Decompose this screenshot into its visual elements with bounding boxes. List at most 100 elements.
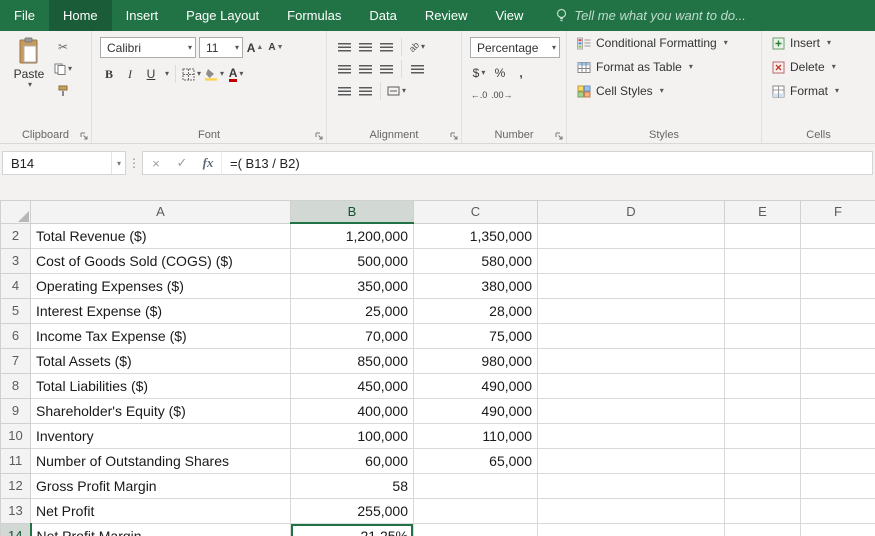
cell-D11[interactable] xyxy=(538,449,725,474)
name-box-caret-icon[interactable]: ▾ xyxy=(111,152,121,174)
cell-F9[interactable] xyxy=(801,399,875,424)
cell-E9[interactable] xyxy=(725,399,801,424)
increase-decimal-button[interactable]: ←.0 xyxy=(470,85,488,105)
cell-D7[interactable] xyxy=(538,349,725,374)
cell-F6[interactable] xyxy=(801,324,875,349)
format-as-table-button[interactable]: Format as Table ▾ xyxy=(573,57,757,77)
cell-F11[interactable] xyxy=(801,449,875,474)
cell-B2[interactable]: 1,200,000 xyxy=(291,223,414,249)
increase-font-size-button[interactable]: A▲ xyxy=(246,38,264,58)
top-align-button[interactable] xyxy=(335,37,353,57)
center-button[interactable] xyxy=(356,59,374,79)
cell-B3[interactable]: 500,000 xyxy=(291,249,414,274)
conditional-formatting-button[interactable]: Conditional Formatting ▾ xyxy=(573,33,757,53)
accounting-format-button[interactable]: $ ▾ xyxy=(470,63,488,83)
tab-home[interactable]: Home xyxy=(49,0,112,31)
middle-align-button[interactable] xyxy=(356,37,374,57)
percent-style-button[interactable]: % xyxy=(491,63,509,83)
cell-A8[interactable]: Total Liabilities ($) xyxy=(31,374,291,399)
font-color-button[interactable]: A ▾ xyxy=(227,64,245,84)
tab-insert[interactable]: Insert xyxy=(112,0,173,31)
fill-color-button[interactable]: ▾ xyxy=(204,64,224,84)
row-header-13[interactable]: 13 xyxy=(1,499,31,524)
cell-F2[interactable] xyxy=(801,223,875,249)
cell-E3[interactable] xyxy=(725,249,801,274)
cell-B8[interactable]: 450,000 xyxy=(291,374,414,399)
cell-B11[interactable]: 60,000 xyxy=(291,449,414,474)
cell-E4[interactable] xyxy=(725,274,801,299)
cell-E12[interactable] xyxy=(725,474,801,499)
bold-button[interactable]: B xyxy=(100,64,118,84)
cell-A3[interactable]: Cost of Goods Sold (COGS) ($) xyxy=(31,249,291,274)
cut-button[interactable]: ✂ xyxy=(54,37,72,57)
cell-A9[interactable]: Shareholder's Equity ($) xyxy=(31,399,291,424)
cell-B13[interactable]: 255,000 xyxy=(291,499,414,524)
cell-E8[interactable] xyxy=(725,374,801,399)
row-header-8[interactable]: 8 xyxy=(1,374,31,399)
cell-C13[interactable] xyxy=(414,499,538,524)
cell-D4[interactable] xyxy=(538,274,725,299)
cell-F14[interactable] xyxy=(801,524,875,536)
cell-F13[interactable] xyxy=(801,499,875,524)
column-header-c[interactable]: C xyxy=(414,201,538,224)
decrease-decimal-button[interactable]: .00→ xyxy=(491,85,513,105)
cell-F3[interactable] xyxy=(801,249,875,274)
tab-formulas[interactable]: Formulas xyxy=(273,0,355,31)
cell-A10[interactable]: Inventory xyxy=(31,424,291,449)
cell-E10[interactable] xyxy=(725,424,801,449)
cell-E11[interactable] xyxy=(725,449,801,474)
formula-input[interactable]: =( B13 / B2) xyxy=(221,151,873,175)
number-format-select[interactable]: Percentage ▾ xyxy=(470,37,560,58)
cell-B9[interactable]: 400,000 xyxy=(291,399,414,424)
row-header-11[interactable]: 11 xyxy=(1,449,31,474)
formula-bar-resizer[interactable]: ⋮ xyxy=(126,156,142,170)
orientation-button[interactable]: ab▾ xyxy=(408,37,426,57)
row-header-10[interactable]: 10 xyxy=(1,424,31,449)
cell-B6[interactable]: 70,000 xyxy=(291,324,414,349)
cell-B7[interactable]: 850,000 xyxy=(291,349,414,374)
name-box[interactable]: B14 ▾ xyxy=(2,151,126,175)
cell-E5[interactable] xyxy=(725,299,801,324)
cell-D14[interactable] xyxy=(538,524,725,536)
column-header-a[interactable]: A xyxy=(31,201,291,224)
row-header-14[interactable]: 14 xyxy=(1,524,31,536)
cell-C8[interactable]: 490,000 xyxy=(414,374,538,399)
cell-B5[interactable]: 25,000 xyxy=(291,299,414,324)
cell-A13[interactable]: Net Profit xyxy=(31,499,291,524)
cell-A4[interactable]: Operating Expenses ($) xyxy=(31,274,291,299)
cell-D9[interactable] xyxy=(538,399,725,424)
cell-F5[interactable] xyxy=(801,299,875,324)
cell-F8[interactable] xyxy=(801,374,875,399)
tab-review[interactable]: Review xyxy=(411,0,482,31)
cell-B12[interactable]: 58 xyxy=(291,474,414,499)
cell-C14[interactable] xyxy=(414,524,538,536)
column-header-d[interactable]: D xyxy=(538,201,725,224)
cell-C5[interactable]: 28,000 xyxy=(414,299,538,324)
row-header-3[interactable]: 3 xyxy=(1,249,31,274)
underline-button[interactable]: U xyxy=(142,64,160,84)
cell-C2[interactable]: 1,350,000 xyxy=(414,223,538,249)
cell-F7[interactable] xyxy=(801,349,875,374)
cell-A14[interactable]: Net Profit Margin xyxy=(31,524,291,536)
clipboard-dialog-launcher[interactable] xyxy=(80,132,88,140)
paste-button[interactable]: Paste ▾ xyxy=(6,35,52,101)
font-size-select[interactable]: 11 ▾ xyxy=(199,37,243,58)
cell-D6[interactable] xyxy=(538,324,725,349)
cell-D12[interactable] xyxy=(538,474,725,499)
row-header-7[interactable]: 7 xyxy=(1,349,31,374)
cell-A12[interactable]: Gross Profit Margin xyxy=(31,474,291,499)
cell-F4[interactable] xyxy=(801,274,875,299)
cell-E6[interactable] xyxy=(725,324,801,349)
cell-A7[interactable]: Total Assets ($) xyxy=(31,349,291,374)
cell-A2[interactable]: Total Revenue ($) xyxy=(31,223,291,249)
cell-E2[interactable] xyxy=(725,223,801,249)
number-dialog-launcher[interactable] xyxy=(555,132,563,140)
italic-button[interactable]: I xyxy=(121,64,139,84)
insert-cells-button[interactable]: Insert ▾ xyxy=(768,33,871,53)
tab-view[interactable]: View xyxy=(481,0,537,31)
delete-cells-button[interactable]: Delete ▾ xyxy=(768,57,871,77)
copy-button[interactable]: ▾ xyxy=(54,59,72,79)
cell-E14[interactable] xyxy=(725,524,801,536)
cell-C4[interactable]: 380,000 xyxy=(414,274,538,299)
row-header-6[interactable]: 6 xyxy=(1,324,31,349)
